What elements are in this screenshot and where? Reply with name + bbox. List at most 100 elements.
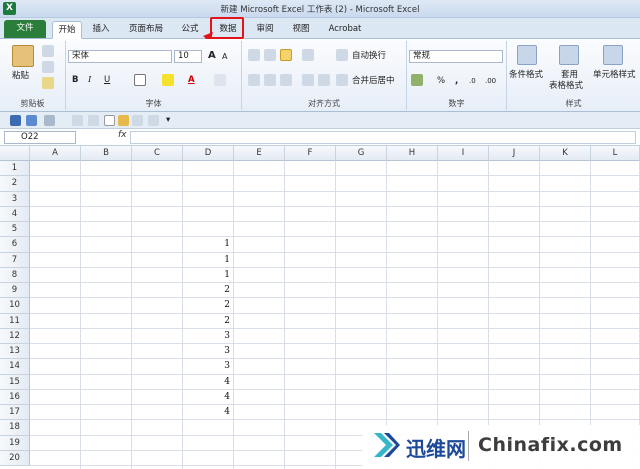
cell-d19[interactable] xyxy=(183,436,233,451)
new-icon[interactable] xyxy=(104,115,115,126)
wrap-text-button[interactable]: 自动换行 xyxy=(352,50,386,62)
table-format-label-2[interactable]: 表格格式 xyxy=(549,80,583,92)
tab-review[interactable]: 审阅 xyxy=(252,21,278,39)
decrease-indent-icon[interactable] xyxy=(302,74,314,86)
column-header-l[interactable]: L xyxy=(591,146,640,161)
cell-d3[interactable] xyxy=(183,192,233,207)
column-header-c[interactable]: C xyxy=(132,146,183,161)
phonetic-icon[interactable] xyxy=(214,74,226,86)
sort-desc-icon[interactable] xyxy=(148,115,159,126)
cell-d18[interactable] xyxy=(183,420,233,435)
table-format-icon[interactable] xyxy=(559,45,579,65)
redo-icon[interactable] xyxy=(44,115,55,126)
align-center-icon[interactable] xyxy=(264,74,276,86)
cell-d16[interactable]: 4 xyxy=(183,390,233,405)
conditional-format-icon[interactable] xyxy=(517,45,537,65)
row-header-20[interactable]: 20 xyxy=(0,450,30,466)
row-header-6[interactable]: 6 xyxy=(0,237,30,253)
paste-icon[interactable] xyxy=(12,45,34,67)
column-header-f[interactable]: F xyxy=(285,146,336,161)
cell-d20[interactable] xyxy=(183,451,233,466)
worksheet-grid[interactable]: A B C D E F G H I J K L 1 2 3 4 5 6 1 7 1 8 1 9 2 10 2 11 2 12 3 13 3 14 3… xyxy=(0,146,640,469)
font-color-button[interactable]: A xyxy=(188,74,195,86)
insert-function-button[interactable]: fx xyxy=(118,130,127,140)
increase-decimal-button[interactable]: .0 xyxy=(469,75,476,87)
align-right-icon[interactable] xyxy=(280,74,292,86)
percent-button[interactable]: % xyxy=(437,75,445,87)
underline-button[interactable]: U xyxy=(104,74,110,86)
fill-color-icon[interactable] xyxy=(162,74,174,86)
copy-icon[interactable] xyxy=(42,61,54,73)
column-header-k[interactable]: K xyxy=(540,146,591,161)
row-header-19[interactable]: 19 xyxy=(0,435,30,451)
cell-d15[interactable]: 4 xyxy=(183,375,233,390)
cell-d10[interactable]: 2 xyxy=(183,298,233,313)
border-icon[interactable] xyxy=(134,74,146,86)
cell-d9[interactable]: 2 xyxy=(183,283,233,298)
column-header-g[interactable]: G xyxy=(336,146,387,161)
cell-d1[interactable] xyxy=(183,161,233,176)
tab-home[interactable]: 开始 xyxy=(52,21,82,39)
column-header-e[interactable]: E xyxy=(234,146,285,161)
select-all-corner[interactable] xyxy=(0,146,30,161)
tab-page-layout[interactable]: 页面布局 xyxy=(124,21,168,39)
orientation-icon[interactable] xyxy=(302,49,314,61)
save-icon[interactable] xyxy=(10,115,21,126)
row-header-1[interactable]: 1 xyxy=(0,161,30,177)
cell-d2[interactable] xyxy=(183,176,233,191)
font-name-select[interactable]: 宋体 xyxy=(68,50,172,63)
column-header-d[interactable]: D xyxy=(183,146,234,161)
number-format-select[interactable]: 常规 xyxy=(409,50,503,63)
cell-styles-icon[interactable] xyxy=(603,45,623,65)
row-header-11[interactable]: 11 xyxy=(0,313,30,329)
row-header-17[interactable]: 17 xyxy=(0,405,30,421)
row-header-5[interactable]: 5 xyxy=(0,222,30,238)
increase-indent-icon[interactable] xyxy=(318,74,330,86)
print-icon[interactable] xyxy=(88,115,99,126)
cut-icon[interactable] xyxy=(42,45,54,57)
tab-view[interactable]: 视图 xyxy=(288,21,314,39)
sort-asc-icon[interactable] xyxy=(132,115,143,126)
open-icon[interactable] xyxy=(118,115,129,126)
cell-d13[interactable]: 3 xyxy=(183,344,233,359)
row-header-13[interactable]: 13 xyxy=(0,344,30,360)
column-header-a[interactable]: A xyxy=(30,146,81,161)
currency-icon[interactable] xyxy=(411,74,423,86)
customize-qat-icon[interactable]: ▾ xyxy=(166,114,170,126)
row-header-3[interactable]: 3 xyxy=(0,191,30,207)
cell-d14[interactable]: 3 xyxy=(183,359,233,374)
cell-d17[interactable]: 4 xyxy=(183,405,233,420)
formula-input[interactable] xyxy=(130,131,636,144)
row-header-9[interactable]: 9 xyxy=(0,283,30,299)
row-header-8[interactable]: 8 xyxy=(0,267,30,283)
merge-center-icon[interactable] xyxy=(336,74,348,86)
merge-center-button[interactable]: 合并后居中 xyxy=(352,75,395,87)
wrap-text-icon[interactable] xyxy=(336,49,348,61)
bold-button[interactable]: B xyxy=(72,74,78,86)
shrink-font-button[interactable]: A xyxy=(222,51,227,63)
name-box[interactable]: O22 xyxy=(4,131,76,144)
grow-font-button[interactable]: A xyxy=(208,50,216,62)
conditional-format-button[interactable]: 条件格式 xyxy=(509,69,543,81)
cell-d7[interactable]: 1 xyxy=(183,253,233,268)
tab-file[interactable]: 文件 xyxy=(4,20,46,38)
tab-insert[interactable]: 插入 xyxy=(87,21,115,39)
tab-acrobat[interactable]: Acrobat xyxy=(325,21,365,39)
row-header-18[interactable]: 18 xyxy=(0,420,30,436)
decrease-decimal-button[interactable]: .00 xyxy=(485,75,496,87)
cell-d12[interactable]: 3 xyxy=(183,329,233,344)
column-header-j[interactable]: J xyxy=(489,146,540,161)
cell-d8[interactable]: 1 xyxy=(183,268,233,283)
cell-d5[interactable] xyxy=(183,222,233,237)
column-header-i[interactable]: I xyxy=(438,146,489,161)
italic-button[interactable]: I xyxy=(88,74,91,86)
row-header-16[interactable]: 16 xyxy=(0,389,30,405)
paste-button[interactable]: 粘贴 xyxy=(12,70,29,82)
row-header-10[interactable]: 10 xyxy=(0,298,30,314)
font-size-select[interactable]: 10 xyxy=(174,50,202,63)
print-preview-icon[interactable] xyxy=(72,115,83,126)
comma-button[interactable]: , xyxy=(455,75,458,87)
row-header-7[interactable]: 7 xyxy=(0,252,30,268)
column-header-h[interactable]: H xyxy=(387,146,438,161)
row-header-2[interactable]: 2 xyxy=(0,176,30,192)
